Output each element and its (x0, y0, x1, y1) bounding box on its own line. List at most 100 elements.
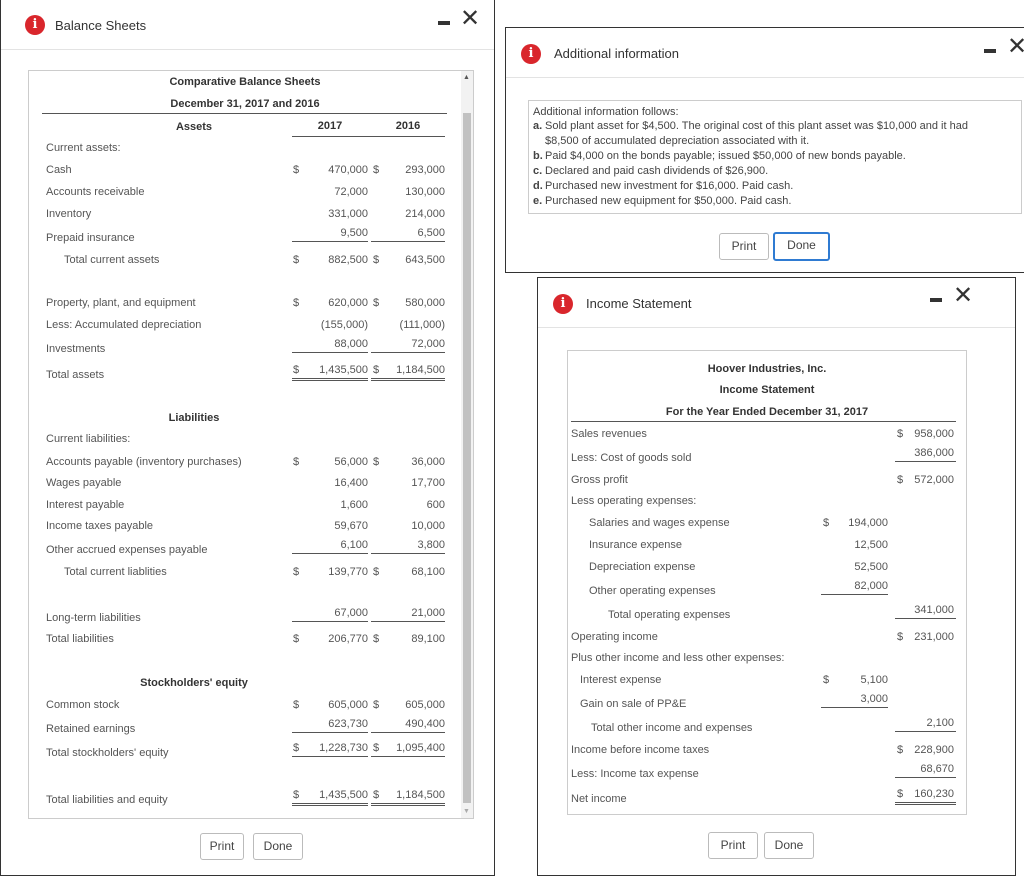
done-button[interactable]: Done (773, 232, 830, 261)
scroll-down-arrow-icon[interactable]: ▼ (463, 805, 470, 818)
single-underline (292, 732, 368, 733)
item-letter: d. (533, 180, 543, 192)
value-2016: 17,700 (411, 477, 445, 489)
row-label: Less: Income tax expense (571, 768, 699, 780)
title-bar[interactable]: i Balance Sheets ✕ (1, 0, 494, 50)
row-label: Long-term liabilities (46, 612, 141, 624)
row-label: Less: Cost of goods sold (571, 452, 692, 464)
single-underline (895, 461, 956, 462)
title-bar[interactable]: i Additional information ✕ (506, 28, 1024, 78)
value-2017: 1,435,500 (319, 789, 368, 801)
item-letter: a. (533, 120, 543, 132)
amount: 194,000 (848, 517, 888, 529)
value-2016: (111,000) (399, 319, 445, 331)
single-underline (895, 777, 956, 778)
value-2016: 36,000 (411, 456, 445, 468)
row-label: Current assets: (46, 142, 121, 154)
value-2016: 6,500 (417, 227, 445, 239)
done-button[interactable]: Done (253, 833, 303, 860)
double-underline (292, 378, 368, 381)
value-2016: 1,184,500 (396, 789, 445, 801)
total-amount: 231,000 (914, 631, 954, 643)
scrollbar[interactable]: ▲ ▼ (461, 71, 473, 818)
minimize-button[interactable] (930, 298, 942, 302)
row-label: Inventory (46, 208, 92, 220)
done-button[interactable]: Done (764, 832, 814, 859)
row-label: Insurance expense (589, 539, 682, 551)
info-icon: i (521, 44, 541, 64)
value-2017: 331,000 (328, 208, 368, 220)
row-label: Cash (46, 164, 72, 176)
close-button[interactable]: ✕ (953, 283, 973, 307)
print-button[interactable]: Print (200, 833, 244, 860)
info-icon: i (25, 15, 45, 35)
close-button[interactable]: ✕ (460, 6, 480, 30)
row-label: Investments (46, 343, 106, 355)
value-2016: 89,100 (411, 633, 445, 645)
single-underline (292, 553, 368, 554)
value-2017: 59,670 (334, 520, 368, 532)
row-label: Operating income (571, 631, 658, 643)
value-2017: 6,100 (340, 539, 368, 551)
value-2017: 620,000 (328, 297, 368, 309)
item-letter: b. (533, 150, 543, 162)
total-amount: 958,000 (914, 428, 954, 440)
item-letter: c. (533, 165, 543, 177)
value-2017: 882,500 (328, 254, 368, 266)
total-amount: 572,000 (914, 474, 954, 486)
value-2017: 1,435,500 (319, 364, 368, 376)
single-underline (821, 594, 888, 595)
item-text: Declared and paid cash dividends of $26,… (545, 165, 769, 177)
row-label: Total operating expenses (608, 609, 731, 621)
title-bar[interactable]: i Income Statement ✕ (538, 278, 1015, 328)
row-label: Total liabilities (46, 633, 114, 645)
value-2017: 623,730 (328, 718, 368, 730)
single-underline (371, 732, 445, 733)
amount: 5,100 (860, 674, 888, 686)
scrollbar-thumb[interactable] (463, 113, 471, 803)
item-text: Purchased new investment for $16,000. Pa… (545, 180, 794, 192)
double-underline (371, 378, 445, 381)
row-label: Other accrued expenses payable (46, 544, 208, 556)
row-label: Less operating expenses: (571, 495, 697, 507)
balance-sheet-panel: ▲ ▼ Comparative Balance Sheets December 3… (28, 70, 474, 819)
value-2017: 88,000 (334, 338, 368, 350)
value-2016: 293,000 (405, 164, 445, 176)
row-label: Current liabilities: (46, 433, 131, 445)
row-label: Depreciation expense (589, 561, 696, 573)
row-label: Property, plant, and equipment (46, 297, 196, 309)
divider (571, 421, 956, 422)
amount: 82,000 (854, 580, 888, 592)
value-2017: 1,228,730 (319, 742, 368, 754)
row-label: Net income (571, 793, 627, 805)
row-label: Total assets (46, 369, 105, 381)
print-button[interactable]: Print (719, 233, 769, 260)
row-label: Sales revenues (571, 428, 647, 440)
value-2016: 21,000 (411, 607, 445, 619)
section-heading: Liabilities (168, 412, 220, 424)
value-2016: 605,000 (405, 699, 445, 711)
section-heading: Stockholders' equity (140, 677, 248, 689)
row-label: Interest expense (580, 674, 662, 686)
print-button[interactable]: Print (708, 832, 758, 859)
close-button[interactable]: ✕ (1007, 34, 1024, 58)
value-2016: 1,095,400 (396, 742, 445, 754)
column-header-2017: 2017 (317, 120, 343, 132)
row-label: Other operating expenses (589, 585, 716, 597)
company-name: Hoover Industries, Inc. (707, 363, 827, 375)
single-underline (292, 352, 368, 353)
header-underline (292, 136, 445, 137)
value-2016: 68,100 (411, 566, 445, 578)
row-label: Prepaid insurance (46, 232, 135, 244)
minimize-button[interactable] (438, 21, 450, 25)
balance-sheets-window: i Balance Sheets ✕ ▲ ▼ Comparative Balan… (0, 0, 495, 876)
row-label: Interest payable (46, 499, 125, 511)
row-label: Total other income and expenses (591, 722, 753, 734)
row-label: Common stock (46, 699, 120, 711)
total-amount: 228,900 (914, 744, 954, 756)
amount: 12,500 (854, 539, 888, 551)
row-label: Less: Accumulated depreciation (46, 319, 202, 331)
double-underline (371, 803, 445, 806)
scroll-up-arrow-icon[interactable]: ▲ (463, 71, 470, 85)
minimize-button[interactable] (984, 49, 996, 53)
